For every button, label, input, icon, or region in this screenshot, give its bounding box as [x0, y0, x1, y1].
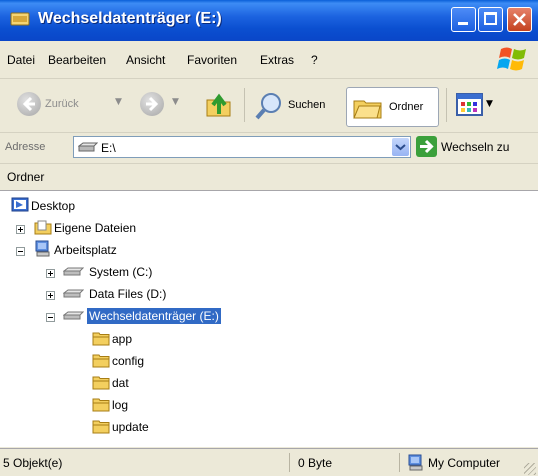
desktop-icon [11, 197, 29, 212]
back-button[interactable]: Zurück ▼ [17, 92, 125, 118]
minimize-icon [458, 22, 468, 25]
computer-icon [35, 240, 50, 257]
minimize-button[interactable] [451, 7, 476, 32]
views-icon [456, 93, 483, 116]
go-button[interactable]: Wechseln zu [416, 136, 534, 158]
views-button[interactable]: ▼ [456, 92, 498, 120]
tree-item-my-documents[interactable]: Eigene Dateien [16, 218, 216, 238]
toolbar-separator [446, 88, 447, 122]
tree-item-drive-c[interactable]: System (C:) [46, 262, 246, 282]
tree-item-drive-d[interactable]: Data Files (D:) [46, 284, 246, 304]
menu-help[interactable]: ? [311, 53, 318, 67]
tree-label: update [112, 420, 149, 434]
status-divider [399, 453, 400, 472]
tree-label: app [112, 332, 133, 346]
folder-icon [92, 376, 110, 390]
tree-item-desktop[interactable]: Desktop [11, 196, 211, 216]
forward-button[interactable]: ▼ [140, 92, 182, 118]
search-icon [255, 93, 281, 120]
drive-icon [10, 12, 30, 26]
address-value: E:\ [101, 141, 116, 155]
resize-grip-icon[interactable] [524, 463, 536, 475]
tree-item-my-computer[interactable]: Arbeitsplatz [16, 240, 216, 260]
menu-datei[interactable]: Datei [7, 53, 35, 67]
menu-extras[interactable]: Extras [260, 53, 294, 67]
maximize-button[interactable] [478, 7, 503, 32]
close-icon [513, 13, 526, 26]
tree-label: System (C:) [89, 265, 153, 279]
toolbar-separator [244, 88, 245, 122]
tree-item-drive-e[interactable]: Wechseldatenträger (E:) [46, 306, 286, 326]
status-zone: My Computer [428, 456, 501, 470]
up-folder-button[interactable] [204, 90, 234, 120]
computer-icon [408, 454, 423, 471]
folder-icon [34, 220, 52, 235]
menu-ansicht[interactable]: Ansicht [126, 53, 165, 67]
forward-dropdown-icon: ▼ [172, 97, 179, 107]
menu-bearbeiten[interactable]: Bearbeiten [48, 53, 106, 67]
folders-icon [353, 100, 382, 119]
menu-bar: Datei Bearbeiten Ansicht Favoriten Extra… [0, 41, 538, 79]
address-field[interactable]: E:\ [73, 136, 411, 158]
address-bar: Adresse E:\ Wechseln zu [0, 133, 538, 164]
search-label: Suchen [288, 99, 326, 111]
removable-drive-icon [63, 311, 84, 320]
folder-icon [92, 332, 110, 346]
tree-label: Desktop [31, 199, 76, 213]
tree-label: config [112, 354, 145, 368]
search-button[interactable]: Suchen [251, 90, 341, 122]
chevron-down-icon [395, 144, 406, 151]
tree-item-folder[interactable]: dat [92, 373, 212, 393]
drive-icon [63, 289, 84, 298]
tree-label: Eigene Dateien [54, 221, 137, 235]
folder-pane-title: Ordner [7, 170, 45, 184]
folders-button[interactable]: Ordner [346, 87, 439, 127]
tree-label: Wechseldatenträger (E:) [87, 308, 221, 324]
tree-label: log [112, 398, 129, 412]
go-label: Wechseln zu [441, 140, 510, 154]
status-divider [289, 453, 290, 472]
folder-icon [92, 420, 110, 434]
tree-label: Arbeitsplatz [54, 243, 117, 257]
window-title: Wechseldatenträger (E:) [38, 10, 222, 27]
tree-item-folder[interactable]: app [92, 329, 212, 349]
menu-favoriten[interactable]: Favoriten [187, 53, 237, 67]
folder-tree: Desktop Eigene Dateien Arbeitsplatz Syst… [0, 191, 538, 447]
back-arrow-icon [17, 92, 41, 116]
drive-icon [63, 267, 84, 276]
maximize-icon [484, 12, 497, 25]
expand-icon[interactable] [16, 225, 25, 234]
forward-arrow-icon [140, 92, 164, 116]
tree-item-folder[interactable]: update [92, 417, 212, 437]
go-arrow-icon [416, 136, 437, 157]
back-label: Zurück [45, 98, 79, 110]
collapse-icon[interactable] [46, 313, 55, 322]
folder-pane-header: Ordner [0, 164, 538, 191]
address-label: Adresse [5, 141, 46, 153]
status-object-count: 5 Objekt(e) [3, 456, 63, 470]
status-bar: 5 Objekt(e) 0 Byte My Computer [0, 448, 538, 476]
tree-item-folder[interactable]: config [92, 351, 212, 371]
tree-item-folder[interactable]: log [92, 395, 212, 415]
close-button[interactable] [507, 7, 532, 32]
expand-icon[interactable] [46, 291, 55, 300]
folders-label: Ordner [389, 101, 424, 113]
views-dropdown-icon: ▼ [486, 99, 493, 109]
status-size: 0 Byte [298, 456, 333, 470]
folder-icon [92, 398, 110, 412]
windows-logo-icon [497, 47, 526, 71]
expand-icon[interactable] [46, 269, 55, 278]
collapse-icon[interactable] [16, 247, 25, 256]
standard-toolbar: Zurück ▼ ▼ Suchen Ordner ▼ [0, 79, 538, 133]
tree-label: Data Files (D:) [89, 287, 167, 301]
address-dropdown-button[interactable] [392, 138, 409, 156]
title-bar[interactable]: Wechseldatenträger (E:) [0, 0, 538, 41]
drive-icon [78, 142, 98, 152]
tree-label: dat [112, 376, 129, 390]
folder-icon [92, 354, 110, 368]
back-dropdown-icon: ▼ [115, 97, 122, 107]
explorer-window: Wechseldatenträger (E:) Datei Bearbeiten… [0, 0, 538, 476]
